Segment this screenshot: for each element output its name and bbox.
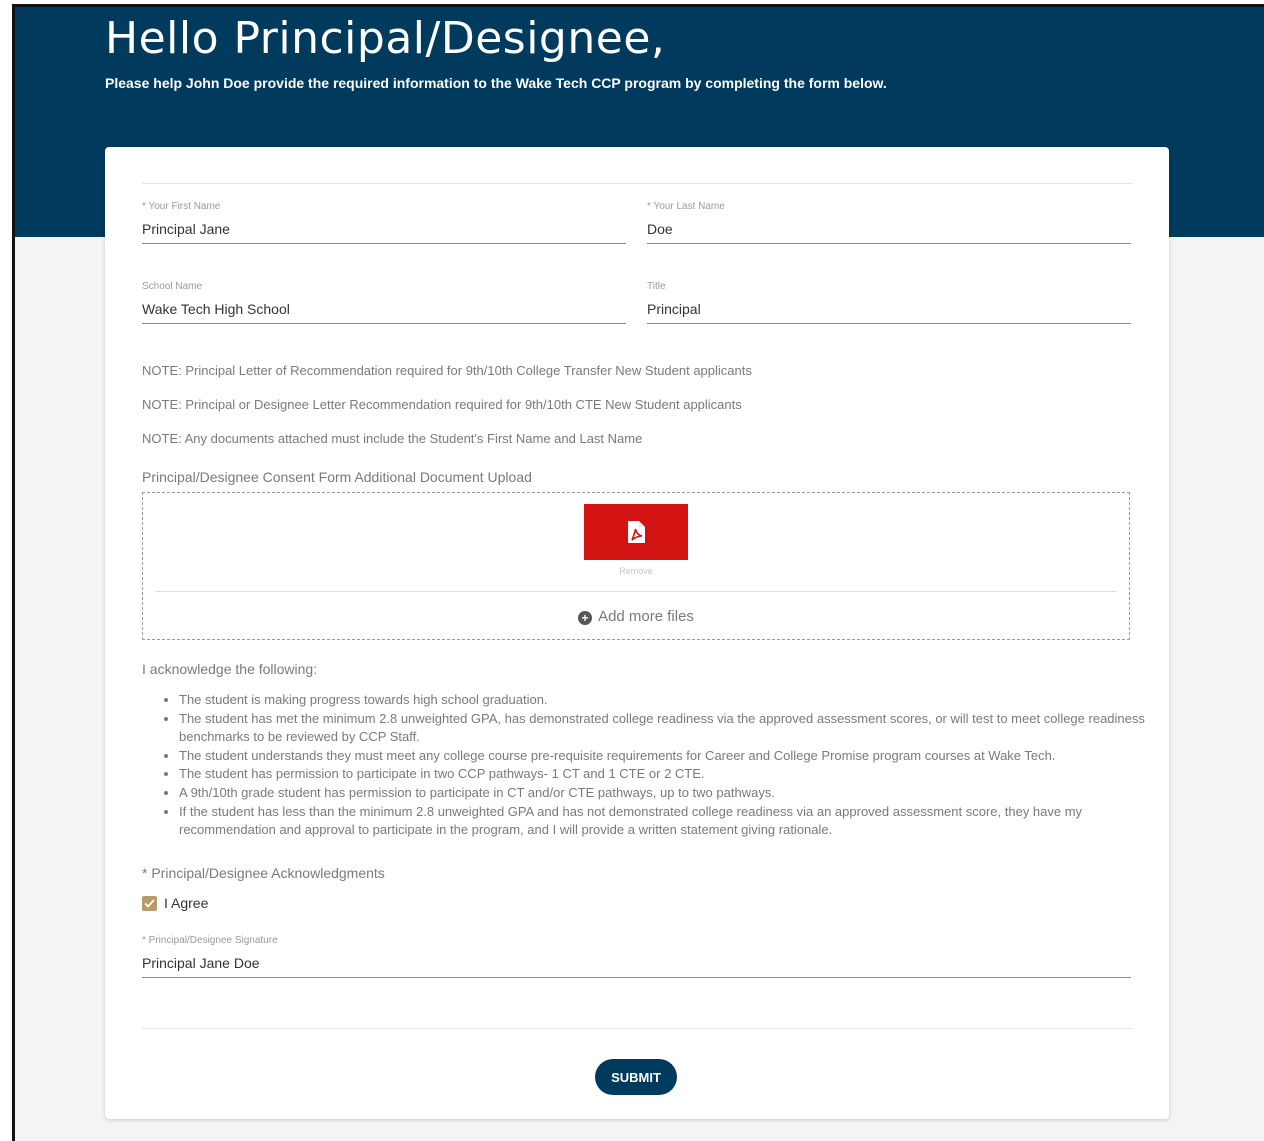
submit-button[interactable]: SUBMIT [595,1059,677,1095]
form-card: * Your First Name Principal Jane * Your … [105,147,1169,1119]
list-item: A 9th/10th grade student has permission … [179,784,1169,803]
divider [142,1028,1132,1029]
uploaded-file-tile[interactable] [584,504,688,560]
signature-label: * Principal/Designee Signature [142,935,278,946]
list-item: If the student has less than the minimum… [179,803,1169,840]
agree-label: I Agree [164,895,209,911]
page-frame: Hello Principal/Designee, Please help Jo… [12,4,1264,1141]
last-name-input[interactable]: Doe [647,215,1131,244]
remove-file-link[interactable]: Remove [584,566,688,576]
school-name-label: School Name [142,281,203,292]
title-input[interactable]: Principal [647,295,1131,324]
title-field: Title Principal [647,281,1131,324]
first-name-label: * Your First Name [142,201,221,212]
note-text: NOTE: Principal Letter of Recommendation… [142,363,752,378]
divider [142,183,1132,184]
acknowledge-label: I acknowledge the following: [142,661,318,677]
last-name-label: * Your Last Name [647,201,725,212]
first-name-field: * Your First Name Principal Jane [142,201,626,244]
acknowledgments-label: * Principal/Designee Acknowledgments [142,865,385,881]
list-item: The student has permission to participat… [179,765,1169,784]
last-name-field: * Your Last Name Doe [647,201,1131,244]
pdf-icon [628,521,645,543]
signature-field: * Principal/Designee Signature Principal… [142,935,1131,978]
school-name-input[interactable]: Wake Tech High School [142,295,626,324]
add-more-files-button[interactable]: + Add more files [143,608,1129,625]
upload-label: Principal/Designee Consent Form Addition… [142,469,532,485]
checkmark-icon [144,898,155,908]
list-item: The student understands they must meet a… [179,747,1169,766]
first-name-input[interactable]: Principal Jane [142,215,626,244]
signature-input[interactable]: Principal Jane Doe [142,949,1131,978]
divider [155,591,1117,592]
school-name-field: School Name Wake Tech High School [142,281,626,324]
note-text: NOTE: Principal or Designee Letter Recom… [142,397,742,412]
intro-text: Please help John Doe provide the require… [105,75,887,91]
note-text: NOTE: Any documents attached must includ… [142,431,643,446]
list-item: The student has met the minimum 2.8 unwe… [179,710,1169,747]
add-more-files-label: Add more files [598,608,694,625]
title-label: Title [647,281,666,292]
agree-checkbox-row[interactable]: I Agree [142,895,208,911]
list-item: The student is making progress towards h… [179,691,1169,710]
plus-circle-icon: + [578,611,593,625]
agree-checkbox[interactable] [142,895,157,911]
page-title: Hello Principal/Designee, [105,13,666,64]
acknowledge-list: The student is making progress towards h… [142,691,1169,840]
file-dropzone[interactable]: Remove + Add more files [142,492,1130,640]
